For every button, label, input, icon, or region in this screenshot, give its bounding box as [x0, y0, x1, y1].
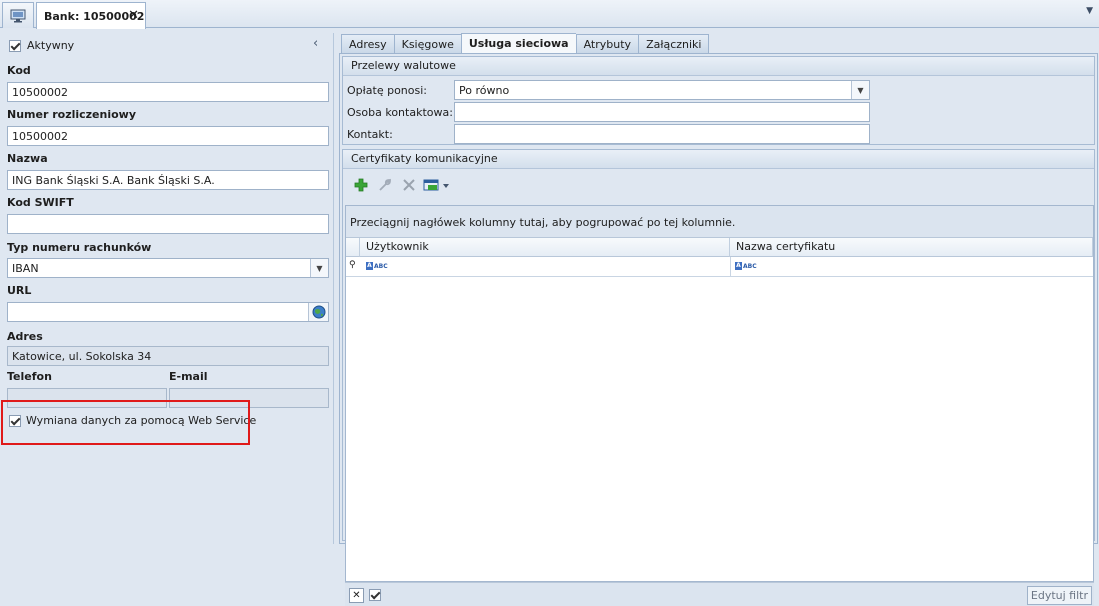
export-icon[interactable] [421, 175, 451, 195]
monitor-icon [10, 9, 26, 22]
highlight-frame [1, 400, 250, 445]
kod-input[interactable]: 10500002 [7, 82, 329, 102]
oplate-select[interactable]: Po równo ▼ [454, 80, 870, 100]
abc-filter-icon[interactable]: A ABC [735, 262, 757, 270]
przelewy-group: Przelewy walutowe Opłatę ponosi: Po równ… [342, 56, 1095, 145]
typ-numeru-value: IBAN [12, 262, 39, 275]
globe-icon[interactable] [308, 303, 328, 321]
tab-ksiegowe[interactable]: Księgowe [393, 34, 461, 54]
home-tab[interactable] [2, 2, 34, 28]
collapse-panel-icon[interactable]: ‹ [313, 36, 318, 51]
active-checkbox[interactable] [9, 39, 21, 52]
delete-icon[interactable] [397, 175, 421, 195]
document-tab-bar: Bank: 10500002 ✕ ▼ [0, 0, 1099, 29]
column-header-nazwa-certyfikatu[interactable]: Nazwa certyfikatu [730, 238, 1093, 257]
clear-filter-icon[interactable]: ✕ [349, 588, 364, 603]
kod-swift-input[interactable] [7, 214, 329, 234]
numer-rozliczeniowy-label: Numer rozliczeniowy [7, 108, 137, 121]
filter-enabled-checkbox[interactable] [369, 589, 381, 601]
edit-filter-button[interactable]: Edytuj filtr [1026, 586, 1092, 605]
tab-zalaczniki[interactable]: Załączniki [638, 34, 710, 54]
nazwa-input[interactable]: ING Bank Śląski S.A. Bank Śląski S.A. [7, 170, 329, 190]
osoba-kontaktowa-input[interactable] [454, 102, 870, 122]
kod-label: Kod [7, 64, 31, 77]
certyfikaty-grid: Przeciągnij nagłówek kolumny tutaj, aby … [345, 205, 1094, 582]
chevron-down-icon[interactable]: ▼ [310, 259, 328, 277]
nazwa-label: Nazwa [7, 152, 48, 165]
adres-field: Katowice, ul. Sokolska 34 [7, 346, 329, 366]
details-tabs-panel: Adresy Księgowe Usługa sieciowa Atrybuty… [339, 33, 1099, 606]
numer-rozliczeniowy-input[interactable]: 10500002 [7, 126, 329, 146]
osoba-kontaktowa-label: Osoba kontaktowa: [347, 106, 453, 119]
bank-details-panel: Aktywny ‹ Kod 10500002 Numer rozliczenio… [2, 33, 334, 544]
tab-atrybuty[interactable]: Atrybuty [575, 34, 639, 54]
certyfikaty-toolbar [349, 175, 451, 195]
document-tab[interactable]: Bank: 10500002 ✕ [36, 2, 146, 29]
przelewy-header: Przelewy walutowe [343, 57, 1094, 76]
group-by-panel[interactable]: Przeciągnij nagłówek kolumny tutaj, aby … [346, 206, 1093, 238]
certyfikaty-group: Certyfikaty komunikacyjne Przeciągnij na… [342, 149, 1095, 606]
certyfikaty-header: Certyfikaty komunikacyjne [343, 150, 1094, 169]
plus-icon[interactable] [349, 175, 373, 195]
auto-filter-row[interactable]: ⚲ A ABC A ABC [346, 257, 1093, 277]
tab-list-dropdown-icon[interactable]: ▼ [1086, 6, 1093, 16]
email-label: E-mail [169, 370, 208, 383]
tab-adresy[interactable]: Adresy [341, 34, 394, 54]
active-checkbox-row[interactable]: Aktywny [9, 39, 74, 52]
tab-strip: Adresy Księgowe Usługa sieciowa Atrybuty… [341, 33, 710, 54]
kontakt-input[interactable] [454, 124, 870, 144]
url-input[interactable] [7, 302, 329, 322]
grid-footer: ✕ Edytuj filtr [345, 582, 1094, 606]
kontakt-label: Kontakt: [347, 128, 393, 141]
tab-usluga-sieciowa[interactable]: Usługa sieciowa [460, 33, 576, 54]
wrench-icon[interactable] [373, 175, 397, 195]
column-header-uzytkownik[interactable]: Użytkownik [360, 238, 730, 257]
tab-content: Przelewy walutowe Opłatę ponosi: Po równ… [339, 53, 1098, 606]
oplate-label: Opłatę ponosi: [347, 84, 427, 97]
telefon-label: Telefon [7, 370, 52, 383]
row-indicator-header [346, 238, 360, 257]
column-divider [730, 257, 731, 277]
close-icon[interactable]: ✕ [128, 8, 139, 23]
filter-pin-icon: ⚲ [349, 260, 356, 270]
adres-label: Adres [7, 330, 43, 343]
typ-numeru-select[interactable]: IBAN ▼ [7, 258, 329, 278]
typ-numeru-label: Typ numeru rachunków [7, 241, 152, 254]
url-label: URL [7, 284, 32, 297]
abc-filter-icon[interactable]: A ABC [366, 262, 388, 270]
kod-swift-label: Kod SWIFT [7, 196, 74, 209]
oplate-value: Po równo [459, 84, 510, 97]
active-label: Aktywny [27, 39, 75, 52]
chevron-down-icon[interactable]: ▼ [851, 81, 869, 99]
